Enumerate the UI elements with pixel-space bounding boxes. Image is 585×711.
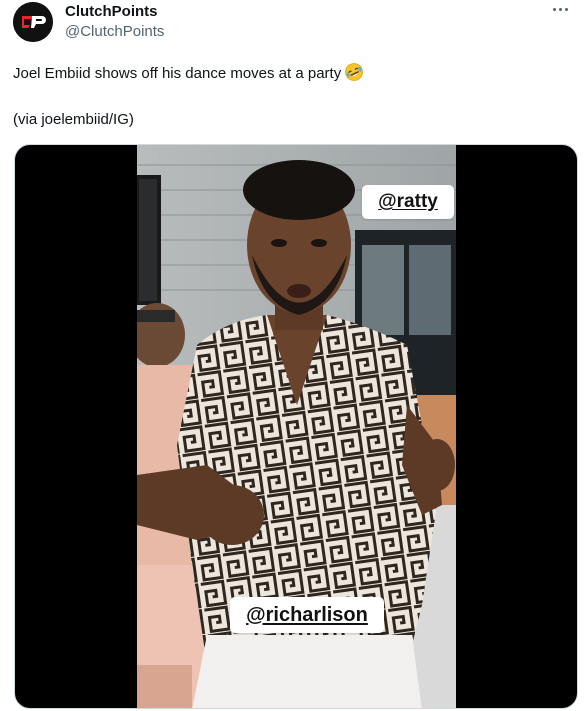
more-dot	[564, 7, 568, 11]
more-horizontal-icon	[552, 7, 556, 11]
video-frame[interactable]: @ratty @richarlison	[137, 145, 456, 708]
author-block: ClutchPoints @ClutchPoints	[65, 3, 164, 41]
author-avatar[interactable]: CP	[13, 2, 53, 42]
tweet-card: CP ClutchPoints @ClutchPoints Joel Embii…	[0, 0, 585, 711]
mention-sticker-top: @ratty	[362, 185, 454, 219]
tweet-body-text: Joel Embiid shows off his dance moves at…	[13, 65, 342, 82]
clutchpoints-logo-icon: CP	[13, 2, 53, 42]
tweet-credit: (via joelembiid/IG)	[13, 111, 134, 128]
tweet-body: Joel Embiid shows off his dance moves at…	[13, 62, 573, 88]
mention-sticker-bottom: @richarlison	[230, 597, 384, 633]
author-handle[interactable]: @ClutchPoints	[65, 23, 164, 41]
more-options-button[interactable]	[549, 0, 571, 18]
tweet-text: Joel Embiid shows off his dance moves at…	[13, 62, 573, 130]
more-dot	[558, 7, 562, 11]
author-display-name[interactable]: ClutchPoints	[65, 3, 164, 21]
tweet-video[interactable]: @ratty @richarlison	[14, 144, 578, 709]
rolling-on-floor-laughing-emoji-icon	[344, 62, 364, 88]
